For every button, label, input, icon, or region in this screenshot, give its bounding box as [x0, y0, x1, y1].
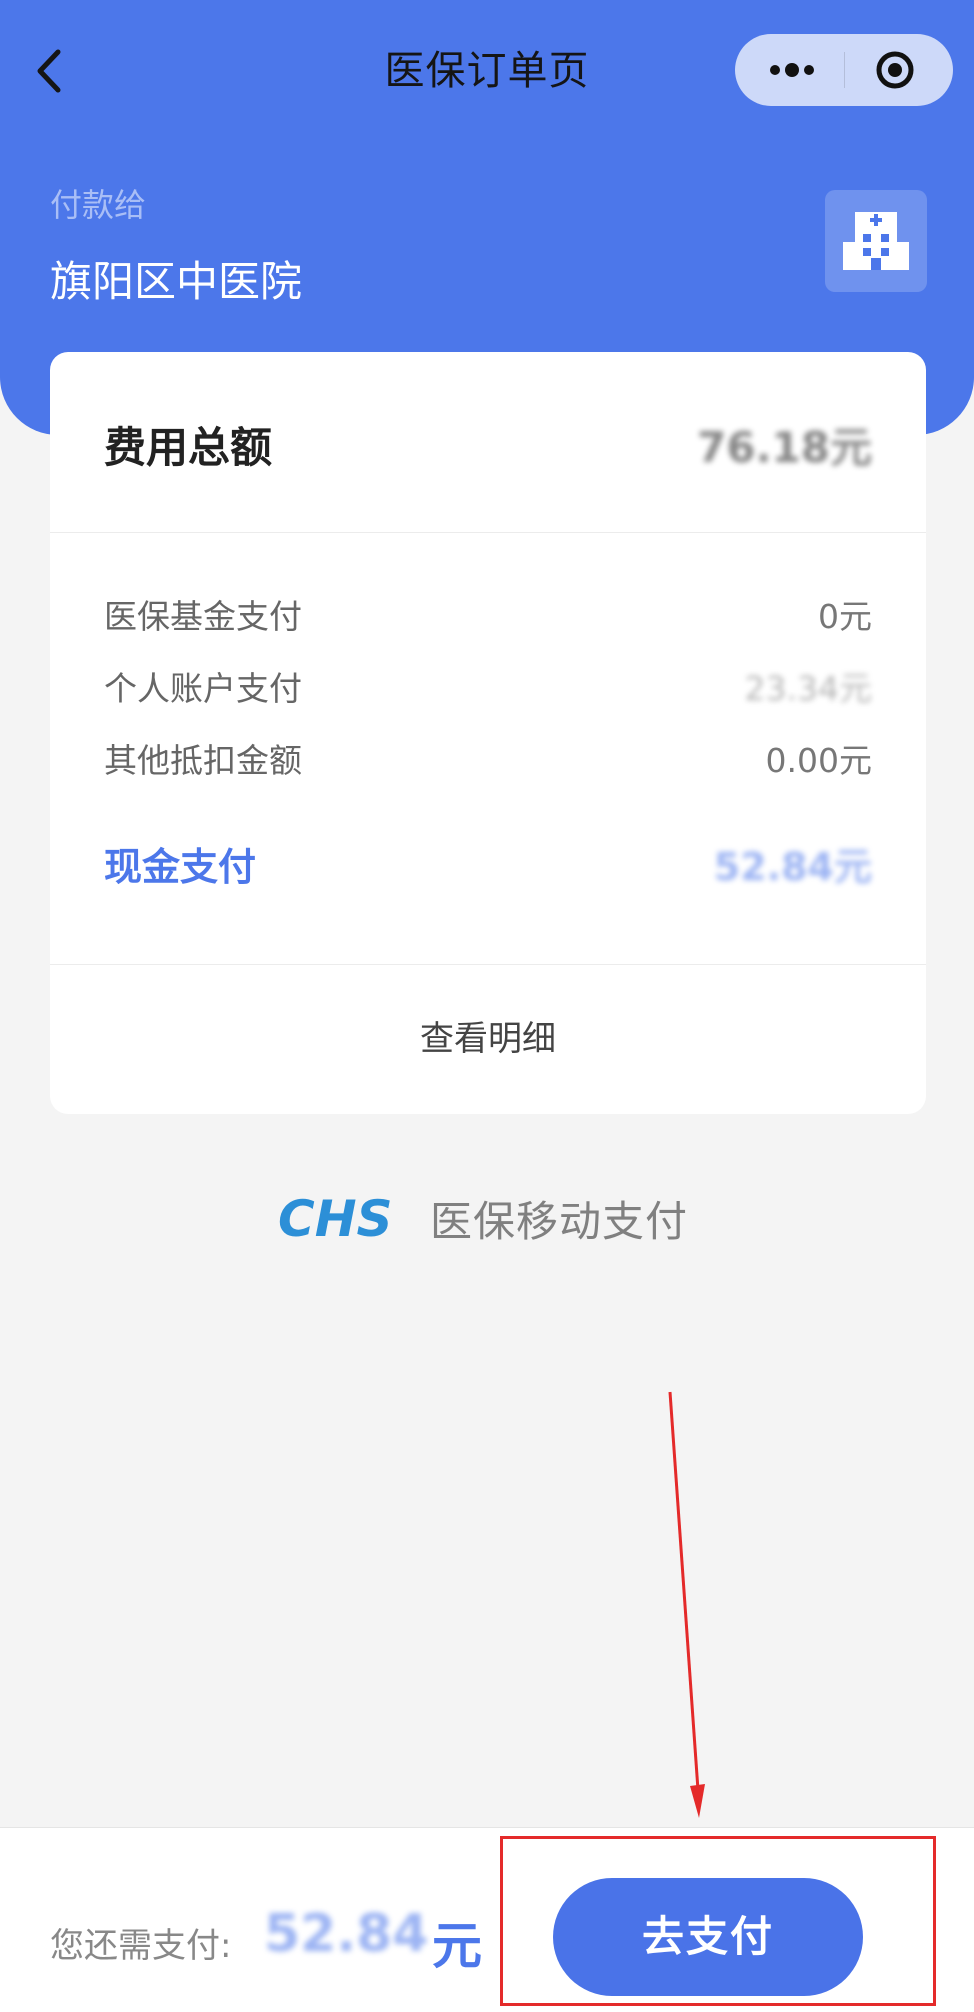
remaining-amount: 52.84: [264, 1904, 429, 1964]
cash-payment-label: 现金支付: [104, 845, 257, 889]
payee-label: 付款给: [50, 186, 147, 224]
fund-payment-row: 医保基金支付 0元: [104, 590, 872, 636]
personal-account-value: 23.34元: [744, 669, 872, 708]
cash-payment-value: 52.84元: [713, 845, 872, 889]
other-deduction-value: 0.00元: [765, 741, 872, 780]
annotation-arrow: [668, 1391, 705, 1818]
brand-name: 医保移动支付: [430, 1197, 689, 1246]
chs-logo: CHS: [278, 1192, 393, 1244]
remaining-label: 您还需支付:: [50, 1926, 232, 1966]
capsule-divider: [844, 52, 845, 88]
fund-payment-label: 医保基金支付: [104, 597, 302, 636]
remaining-unit: 元: [432, 1917, 482, 1975]
other-deduction-row: 其他抵扣金额 0.00元: [104, 734, 872, 780]
annotation-highlight-box: [500, 1836, 936, 2006]
view-details-link[interactable]: 查看明细: [50, 965, 926, 1114]
more-dots-icon[interactable]: [761, 54, 823, 86]
hospital-icon: [825, 190, 927, 292]
target-circle-icon[interactable]: [875, 50, 915, 90]
total-label: 费用总额: [104, 423, 273, 472]
total-row: 费用总额 76.18元: [50, 352, 926, 533]
svg-text:CHS: CHS: [278, 1192, 393, 1244]
payee-name: 旗阳区中医院: [50, 257, 303, 306]
mini-program-capsule: [735, 34, 953, 106]
fund-payment-value: 0元: [818, 597, 872, 636]
personal-account-row: 个人账户支付 23.34元: [104, 662, 872, 708]
cash-payment-row: 现金支付 52.84元: [104, 836, 872, 889]
personal-account-label: 个人账户支付: [104, 669, 302, 708]
payment-summary-card: 费用总额 76.18元 医保基金支付 0元 个人账户支付 23.34元 其他抵扣…: [50, 352, 926, 1114]
chs-brand: CHS 医保移动支付: [276, 1192, 716, 1248]
other-deduction-label: 其他抵扣金额: [104, 741, 302, 780]
total-value: 76.18元: [697, 423, 872, 472]
